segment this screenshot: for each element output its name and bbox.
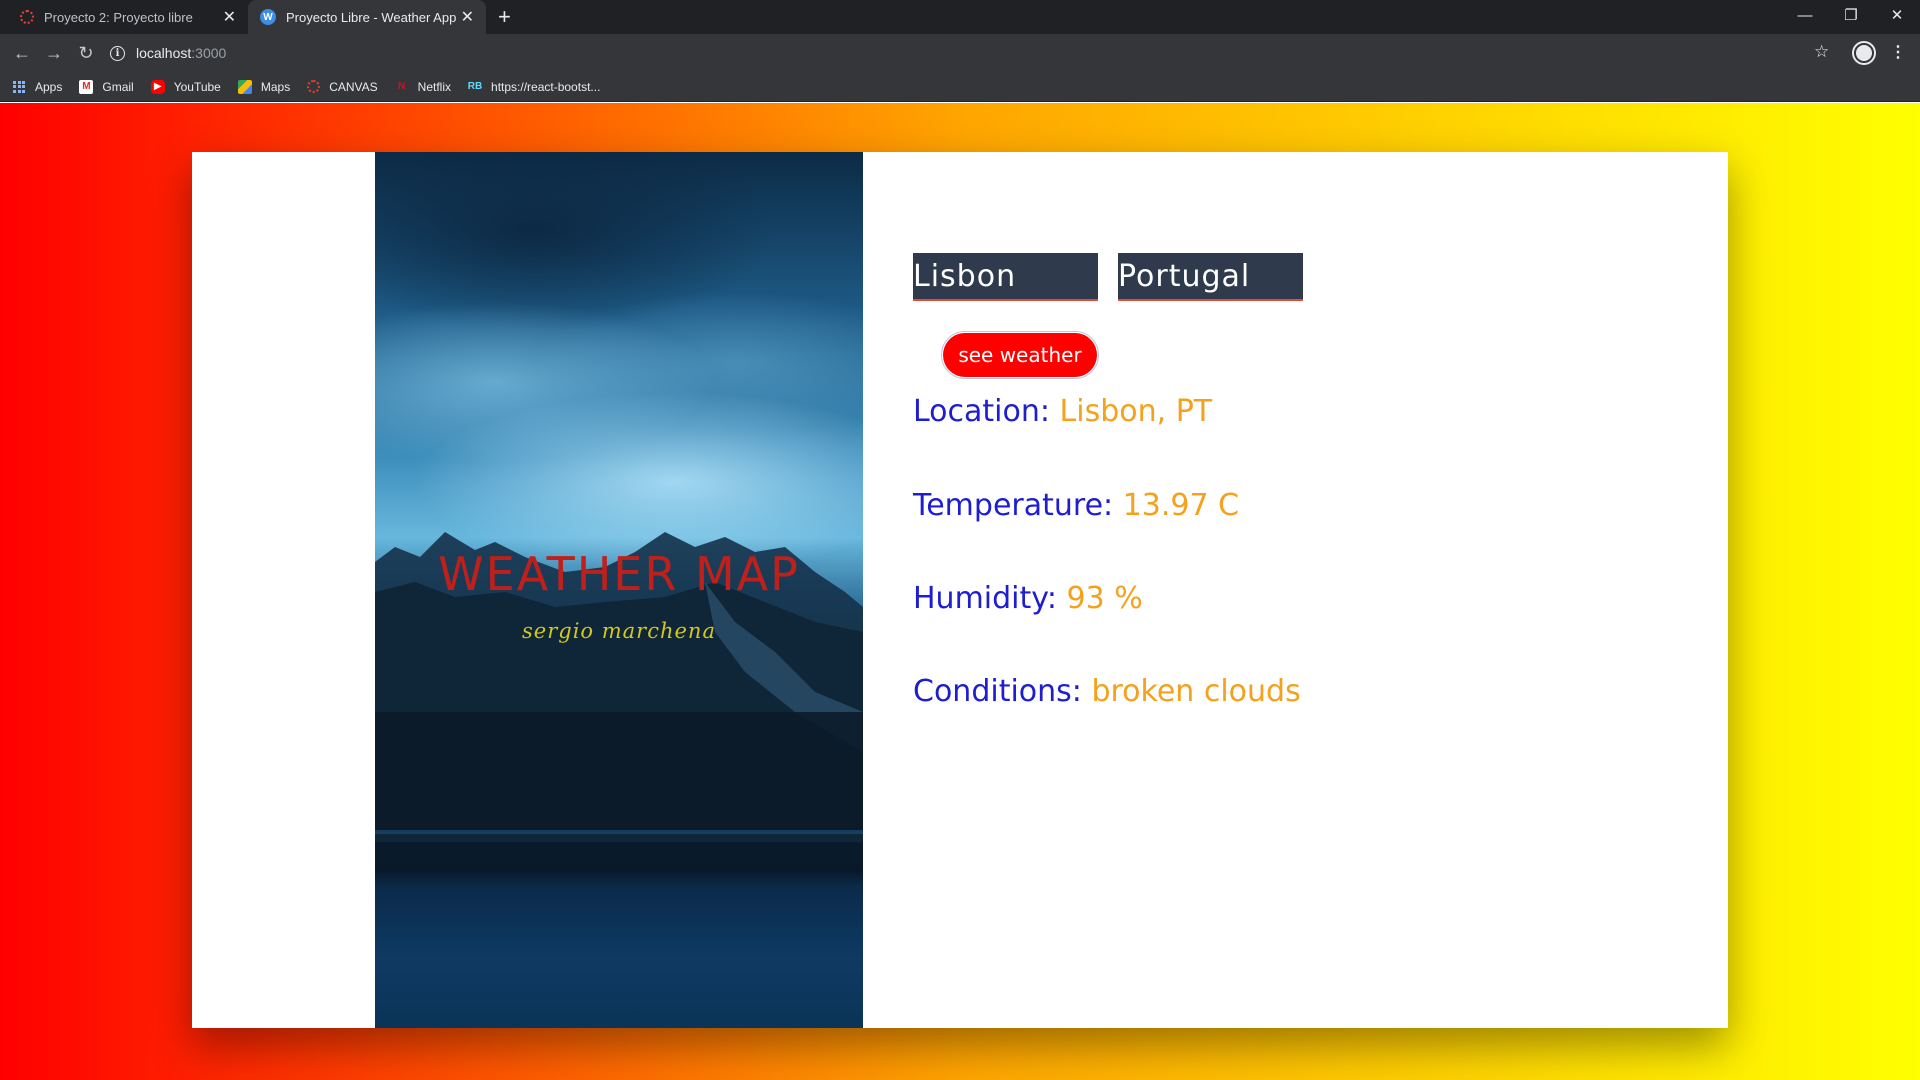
weather-app-favicon-icon: W [260, 9, 276, 25]
browser-tab-strip: Proyecto 2: Proyecto libre ✕ W Proyecto … [0, 0, 1920, 34]
tab-weather-app[interactable]: W Proyecto Libre - Weather App ✕ [248, 0, 486, 34]
bookmark-apps[interactable]: Apps [12, 80, 62, 94]
canvas-ring-icon [20, 10, 34, 24]
conditions-row: Conditions: broken clouds [913, 674, 1301, 709]
humidity-value: 93 % [1066, 581, 1143, 616]
tab-title: Proyecto 2: Proyecto libre [44, 9, 193, 25]
youtube-icon: ▶ [150, 79, 165, 94]
close-icon[interactable]: ✕ [461, 7, 474, 27]
humidity-label: Humidity: [913, 581, 1057, 616]
location-row: Location: Lisbon, PT [913, 394, 1212, 429]
apps-grid-icon [12, 80, 26, 94]
canvas-icon [307, 80, 321, 93]
country-input[interactable] [1118, 253, 1303, 301]
conditions-value: broken clouds [1091, 674, 1301, 709]
temperature-label: Temperature: [913, 488, 1114, 523]
bookmark-netflix[interactable]: N Netflix [395, 80, 451, 94]
address-bar[interactable]: i localhost:3000 [110, 39, 1830, 67]
url-host: localhost [136, 45, 192, 61]
bookmark-label: https://react-bootst... [491, 79, 601, 94]
netflix-icon: N [398, 81, 406, 92]
react-bootstrap-icon: RB [467, 81, 483, 92]
site-info-icon[interactable]: i [110, 45, 125, 61]
temperature-row: Temperature: 13.97 C [913, 488, 1239, 523]
app-title: WEATHER MAP [438, 547, 800, 601]
restore-icon[interactable]: ❐ [1828, 0, 1874, 30]
bookmarks-bar: Apps M Gmail ▶ YouTube Maps CANVAS N Net… [0, 72, 1920, 102]
temperature-value: 13.97 C [1122, 488, 1240, 523]
bookmark-maps[interactable]: Maps [237, 79, 291, 94]
reload-icon[interactable]: ↻ [72, 40, 100, 66]
bookmark-react-bootstrap[interactable]: RB https://react-bootst... [467, 79, 601, 94]
page-viewport: WEATHER MAP sergio marchena see weather … [0, 103, 1920, 1080]
window-close-icon[interactable]: ✕ [1874, 0, 1920, 30]
humidity-row: Humidity: 93 % [913, 581, 1143, 616]
author-name: sergio marchena [522, 619, 716, 643]
browser-toolbar: ← → ↻ i localhost:3000 ☆ ⋮ [0, 34, 1920, 72]
city-input[interactable] [913, 253, 1098, 301]
tab-proyecto-libre[interactable]: Proyecto 2: Proyecto libre ✕ [8, 0, 248, 34]
bookmark-star-icon[interactable]: ☆ [1814, 42, 1829, 62]
bookmark-gmail[interactable]: M Gmail [79, 79, 134, 94]
bookmark-label: Netflix [417, 79, 452, 94]
location-value: Lisbon, PT [1059, 394, 1213, 429]
bookmark-label: Apps [35, 79, 63, 94]
conditions-label: Conditions: [913, 674, 1082, 709]
url-port: :3000 [191, 45, 227, 61]
bookmark-label: Maps [260, 79, 291, 94]
back-arrow-icon[interactable]: ← [8, 40, 36, 66]
new-tab-plus-icon[interactable]: + [498, 4, 511, 30]
maps-icon [237, 79, 252, 94]
hero-image: WEATHER MAP sergio marchena [375, 152, 863, 1028]
bookmark-canvas[interactable]: CANVAS [307, 79, 378, 94]
weather-card: WEATHER MAP sergio marchena see weather … [192, 152, 1728, 1028]
minimize-icon[interactable]: — [1782, 0, 1828, 30]
location-label: Location: [913, 394, 1050, 429]
bookmark-label: YouTube [173, 79, 221, 94]
bookmark-label: CANVAS [329, 79, 378, 94]
gmail-icon: M [79, 79, 94, 94]
forward-arrow-icon[interactable]: → [40, 40, 68, 66]
bookmark-youtube[interactable]: ▶ YouTube [150, 79, 221, 94]
url-text: localhost:3000 [136, 45, 226, 61]
tab-title: Proyecto Libre - Weather App [286, 9, 457, 25]
browser-menu-icon[interactable]: ⋮ [1890, 42, 1906, 62]
close-icon[interactable]: ✕ [223, 7, 236, 27]
profile-avatar-icon[interactable] [1854, 43, 1874, 63]
bookmark-label: Gmail [102, 79, 134, 94]
see-weather-button[interactable]: see weather [941, 331, 1099, 379]
